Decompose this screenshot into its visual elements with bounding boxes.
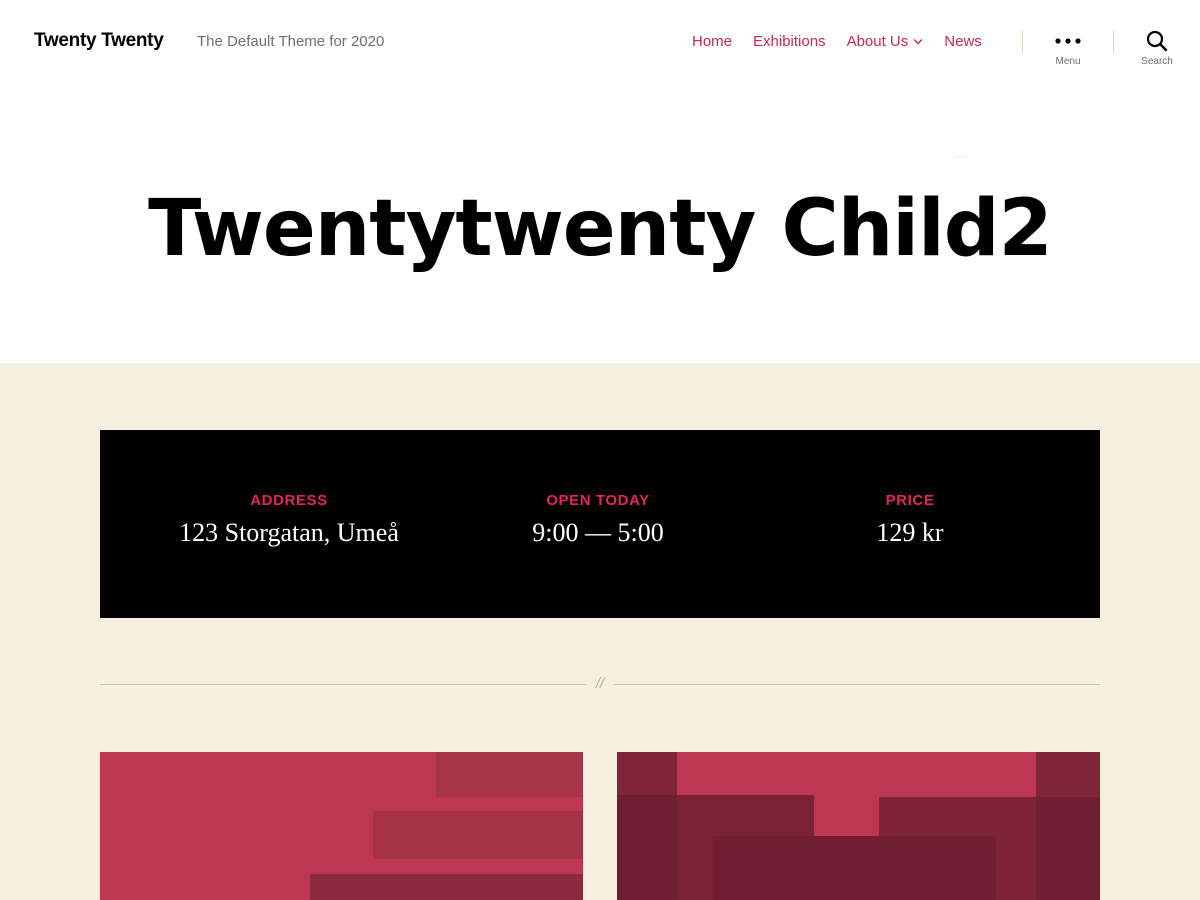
post-card-image[interactable]: [617, 752, 1100, 900]
search-toggle-button[interactable]: Search: [1122, 28, 1192, 76]
post-card-image[interactable]: [100, 752, 583, 900]
chevron-down-icon: [913, 38, 923, 45]
info-bar: ADDRESS 123 Storgatan, Umeå OPEN TODAY 9…: [100, 430, 1100, 618]
site-description: The Default Theme for 2020: [197, 33, 385, 50]
search-toggle-label: Search: [1141, 56, 1173, 67]
separator-glyph: //: [595, 675, 605, 692]
page-title: Twentytwenty Child2: [148, 184, 1053, 274]
nav-item-about-us[interactable]: About Us: [847, 33, 924, 50]
header-divider: [1022, 31, 1023, 53]
info-value: 129 kr: [876, 518, 944, 547]
menu-toggle-button[interactable]: Menu: [1033, 28, 1103, 76]
abstract-pattern-image: [100, 752, 583, 900]
site-title[interactable]: Twenty Twenty: [34, 30, 164, 52]
info-value: 123 Storgatan, Umeå: [179, 518, 399, 547]
primary-menu: Home Exhibitions About Us News: [692, 33, 982, 50]
header-divider: [1113, 31, 1114, 53]
section-separator: //: [100, 674, 1100, 694]
info-item-price: PRICE 129 kr: [755, 492, 1065, 548]
info-item-address: ADDRESS 123 Storgatan, Umeå: [100, 492, 478, 548]
info-label: OPEN TODAY: [546, 492, 650, 509]
nav-item-label: About Us: [846, 33, 909, 50]
info-item-open-today: OPEN TODAY 9:00 — 5:00: [443, 492, 753, 548]
hero-decoration: [955, 156, 969, 157]
separator-line: [100, 684, 586, 685]
menu-toggle-label: Menu: [1055, 56, 1081, 67]
abstract-pattern-image: [617, 752, 1100, 900]
nav-item-label: Home: [692, 33, 733, 50]
nav-item-label: News: [944, 33, 982, 50]
info-label: ADDRESS: [250, 492, 328, 509]
site-header: Twenty Twenty The Default Theme for 2020…: [0, 0, 1200, 84]
nav-item-label: Exhibitions: [753, 33, 826, 50]
nav-item-home[interactable]: Home: [692, 33, 732, 50]
nav-item-exhibitions[interactable]: Exhibitions: [753, 33, 826, 50]
ellipsis-icon: [1055, 38, 1081, 44]
info-value: 9:00 — 5:00: [532, 518, 664, 547]
content-area: ADDRESS 123 Storgatan, Umeå OPEN TODAY 9…: [0, 363, 1200, 900]
info-label: PRICE: [885, 492, 935, 509]
nav-item-news[interactable]: News: [944, 33, 982, 50]
separator-line: [614, 684, 1100, 685]
hero-section: Twentytwenty Child2: [0, 84, 1200, 363]
search-icon: [1146, 30, 1168, 52]
